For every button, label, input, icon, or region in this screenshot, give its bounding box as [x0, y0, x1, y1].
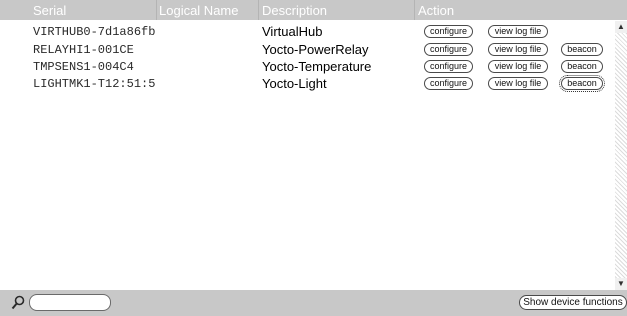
device-serial: LIGHTMK1-T12:51:5: [33, 77, 156, 91]
column-header-action[interactable]: Action: [418, 3, 454, 18]
device-row-light: LIGHTMK1-T12:51:5 Yocto-Light configure …: [0, 75, 615, 92]
show-device-functions-button[interactable]: Show device functions: [519, 295, 627, 310]
device-serial: TMPSENS1-004C4: [33, 60, 134, 74]
configure-button[interactable]: configure: [424, 77, 473, 90]
beacon-button[interactable]: beacon: [559, 75, 605, 92]
view-log-file-button[interactable]: view log file: [488, 43, 548, 56]
column-header-description[interactable]: Description: [262, 3, 327, 18]
scroll-up-arrow-icon[interactable]: ▲: [615, 21, 627, 33]
device-row-virtualhub: VIRTHUB0-7d1a86fb VirtualHub configure v…: [0, 24, 615, 40]
beacon-button[interactable]: beacon: [561, 60, 603, 73]
column-divider: [156, 0, 157, 20]
column-header-logical-name[interactable]: Logical Name: [159, 3, 239, 18]
device-serial: RELAYHI1-001CE: [33, 43, 134, 57]
configure-button[interactable]: configure: [424, 43, 473, 56]
device-description: Yocto-PowerRelay: [262, 42, 369, 57]
vertical-scrollbar[interactable]: ▲ ▼: [615, 21, 627, 290]
search-input[interactable]: [29, 294, 111, 311]
beacon-button[interactable]: beacon: [561, 43, 603, 56]
device-description: Yocto-Temperature: [262, 59, 372, 74]
scroll-down-arrow-icon[interactable]: ▼: [615, 278, 627, 290]
device-list: VIRTHUB0-7d1a86fb VirtualHub configure v…: [0, 21, 615, 291]
device-list-header: Serial Logical Name Description Action: [0, 0, 627, 20]
view-log-file-button[interactable]: view log file: [488, 25, 548, 38]
column-divider: [414, 0, 415, 20]
device-serial: VIRTHUB0-7d1a86fb: [33, 25, 156, 39]
device-row-powerrelay: RELAYHI1-001CE Yocto-PowerRelay configur…: [0, 42, 615, 58]
device-description: Yocto-Light: [262, 76, 327, 91]
footer-bar: Show device functions: [0, 290, 627, 316]
search-icon: [11, 295, 25, 310]
device-row-temperature: TMPSENS1-004C4 Yocto-Temperature configu…: [0, 59, 615, 75]
column-divider: [258, 0, 259, 20]
configure-button[interactable]: configure: [424, 25, 473, 38]
view-log-file-button[interactable]: view log file: [488, 77, 548, 90]
column-header-serial[interactable]: Serial: [33, 3, 66, 18]
device-description: VirtualHub: [262, 24, 323, 39]
view-log-file-button[interactable]: view log file: [488, 60, 548, 73]
configure-button[interactable]: configure: [424, 60, 473, 73]
